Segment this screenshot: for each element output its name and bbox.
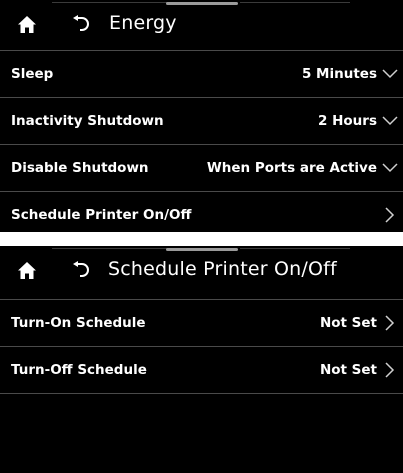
setting-row-inactivity-shutdown[interactable]: Inactivity Shutdown 2 Hours — [0, 97, 403, 144]
drag-handle[interactable] — [165, 248, 238, 251]
schedule-screen: Schedule Printer On/Off Turn-On Schedule… — [0, 246, 403, 473]
page-title: Schedule Printer On/Off — [108, 258, 337, 280]
header-divider — [52, 2, 172, 3]
back-button[interactable] — [70, 13, 92, 35]
setting-row-schedule-printer[interactable]: Schedule Printer On/Off — [0, 191, 403, 232]
chevron-right-icon — [381, 314, 399, 332]
chevron-down-icon — [381, 112, 399, 130]
setting-row-turn-off-schedule[interactable]: Turn-Off Schedule Not Set — [0, 346, 403, 393]
setting-value: When Ports are Active — [206, 160, 377, 176]
drag-handle[interactable] — [165, 2, 238, 5]
home-icon — [18, 15, 36, 33]
chevron-down-icon — [381, 159, 399, 177]
setting-row-disable-shutdown[interactable]: Disable Shutdown When Ports are Active — [0, 144, 403, 191]
header-divider — [240, 248, 350, 249]
energy-header: Energy — [0, 0, 403, 48]
row-divider — [0, 393, 403, 394]
setting-row-turn-on-schedule[interactable]: Turn-On Schedule Not Set — [0, 299, 403, 346]
home-icon — [18, 261, 36, 279]
back-button[interactable] — [70, 259, 92, 281]
schedule-header: Schedule Printer On/Off — [0, 246, 403, 294]
setting-label: Inactivity Shutdown — [11, 113, 164, 129]
chevron-down-icon — [381, 65, 399, 83]
setting-label: Turn-On Schedule — [11, 315, 146, 331]
home-button[interactable] — [16, 13, 38, 35]
header-divider — [52, 248, 172, 249]
setting-row-sleep[interactable]: Sleep 5 Minutes — [0, 50, 403, 97]
page-title: Energy — [109, 12, 177, 34]
energy-screen: Energy Sleep 5 Minutes Inactivity Shutdo… — [0, 0, 403, 232]
back-arrow-icon — [73, 261, 89, 277]
chevron-right-icon — [381, 361, 399, 379]
header-divider — [240, 2, 350, 3]
setting-label: Turn-Off Schedule — [11, 362, 147, 378]
setting-value: 5 Minutes — [301, 66, 377, 82]
setting-label: Schedule Printer On/Off — [11, 207, 192, 223]
back-arrow-icon — [73, 15, 89, 31]
setting-value: 2 Hours — [318, 113, 377, 129]
home-button[interactable] — [16, 259, 38, 281]
setting-value: Not Set — [319, 362, 377, 378]
chevron-right-icon — [381, 206, 399, 224]
setting-label: Sleep — [11, 66, 54, 82]
setting-value: Not Set — [319, 315, 377, 331]
setting-label: Disable Shutdown — [11, 160, 149, 176]
